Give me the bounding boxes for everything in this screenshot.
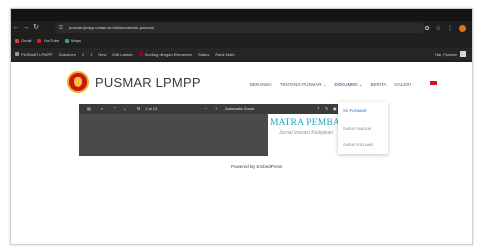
address-row: ← → ↻ ⚿ pusmar.lpmpp.unhas.ac.id/dokumen…	[11, 21, 472, 35]
address-bar[interactable]: ⚿ pusmar.lpmpp.unhas.ac.id/dokumen/sk-pu…	[55, 23, 425, 33]
admin-new-link[interactable]: New	[98, 52, 106, 57]
forward-icon[interactable]: →	[21, 21, 31, 35]
url-text: pusmar.lpmpp.unhas.ac.id/dokumen/sk-pusm…	[69, 25, 155, 30]
pdf-viewer: ▤ ⌕ ⌃ ⌄ ⊟ 1 of 13 − + Automatic Zoom T ✎…	[79, 104, 377, 156]
sidebar-toggle-icon[interactable]: ▤	[87, 104, 91, 114]
zoom-select[interactable]: Automatic Zoom	[225, 104, 254, 114]
profile-avatar-icon[interactable]	[459, 24, 466, 32]
wp-admin-bar: PUSMAR LPMPP Dokumen 1 1 New Edit Laman …	[11, 48, 472, 60]
back-icon[interactable]: ←	[11, 21, 21, 35]
bookmark-maps[interactable]: Maps	[65, 38, 81, 43]
menu-icon[interactable]: ⋮	[447, 25, 453, 32]
menu-item-galeri[interactable]: GALERI	[394, 82, 411, 88]
user-avatar-icon	[460, 51, 466, 57]
doc-subtitle: Jurnal Inovasi Kebijakan	[279, 130, 334, 136]
browser-window: ← → ↻ ⚿ pusmar.lpmpp.unhas.ac.id/dokumen…	[10, 8, 473, 245]
star-icon[interactable]: ☆	[436, 25, 441, 32]
extensions-icon[interactable]: ✿	[425, 25, 430, 32]
search-icon[interactable]: ⌕	[101, 104, 103, 114]
site-logo-icon[interactable]	[67, 71, 89, 93]
admin-comments-count[interactable]: 1	[82, 52, 84, 57]
admin-edit-page-link[interactable]: Edit Laman	[112, 52, 132, 57]
embedpress-credit[interactable]: Powered By EmbedPress	[231, 164, 282, 169]
dokumen-dropdown: SK PUSMAR SURAT MASUK SURAT KELUAR	[338, 102, 388, 154]
bookmark-gmail[interactable]: Gmail	[15, 38, 31, 43]
menu-item-beranda[interactable]: BERANDA	[250, 82, 272, 88]
page-info: 1 of 13	[145, 106, 158, 111]
dropdown-item-sk-pusmar[interactable]: SK PUSMAR	[343, 108, 367, 113]
bookmark-youtube[interactable]: YouTube	[37, 38, 59, 43]
admin-site-link[interactable]: PUSMAR LPMPP	[15, 52, 53, 57]
toolbar-right: ✿ ☆ ⋮	[425, 21, 466, 35]
dropdown-item-surat-keluar[interactable]: SURAT KELUAR	[343, 142, 373, 147]
admin-rankmath-link[interactable]: Rank Math	[215, 52, 234, 57]
menu-item-dokumen[interactable]: DOKUMEN ⌄	[334, 82, 362, 88]
site-header: PUSMAR LPMPP BERANDA TENTANG PUSMAR ⌄ DO…	[11, 62, 472, 102]
draw-tool-icon[interactable]: ✎	[325, 104, 328, 114]
menu-item-tentang-pusmar[interactable]: TENTANG PUSMAR ⌄	[280, 82, 327, 88]
language-flag-icon[interactable]	[430, 81, 437, 85]
menu-item-berita[interactable]: BERITA	[371, 82, 387, 88]
reload-icon[interactable]: ↻	[31, 21, 41, 35]
admin-status-link[interactable]: Status	[198, 52, 209, 57]
admin-elementor-link[interactable]: Sunting dengan Elementor	[138, 52, 192, 57]
pdf-canvas[interactable]: MATRA PEMBARU Jurnal Inovasi Kebijakan	[79, 114, 377, 156]
admin-account[interactable]: Hai, Pusmar	[435, 48, 466, 60]
admin-dokumen-link[interactable]: Dokumen	[59, 52, 76, 57]
dropdown-item-surat-masuk[interactable]: SURAT MASUK	[343, 126, 372, 131]
page-number-input[interactable]: ⊟	[137, 104, 140, 114]
text-tool-icon[interactable]: T	[317, 104, 319, 114]
admin-updates-count[interactable]: 1	[90, 52, 92, 57]
admin-greeting: Hai, Pusmar	[434, 51, 457, 57]
pdf-toolbar: ▤ ⌕ ⌃ ⌄ ⊟ 1 of 13 − + Automatic Zoom T ✎…	[79, 104, 377, 114]
prev-page-icon[interactable]: ⌃	[113, 104, 116, 114]
browser-chrome: ← → ↻ ⚿ pusmar.lpmpp.unhas.ac.id/dokumen…	[11, 9, 472, 62]
zoom-in-icon[interactable]: +	[215, 104, 217, 114]
bookmarks-bar: Gmail YouTube Maps	[11, 35, 472, 46]
tab-strip[interactable]	[11, 9, 472, 21]
zoom-out-icon[interactable]: −	[205, 104, 207, 114]
site-title[interactable]: PUSMAR LPMPP	[95, 75, 201, 90]
main-menu: BERANDA TENTANG PUSMAR ⌄ DOKUMEN ⌄ BERIT…	[250, 82, 411, 88]
next-page-icon[interactable]: ⌄	[123, 104, 126, 114]
lock-icon: ⚿	[59, 25, 63, 31]
image-tool-icon[interactable]: ▣	[333, 104, 337, 114]
